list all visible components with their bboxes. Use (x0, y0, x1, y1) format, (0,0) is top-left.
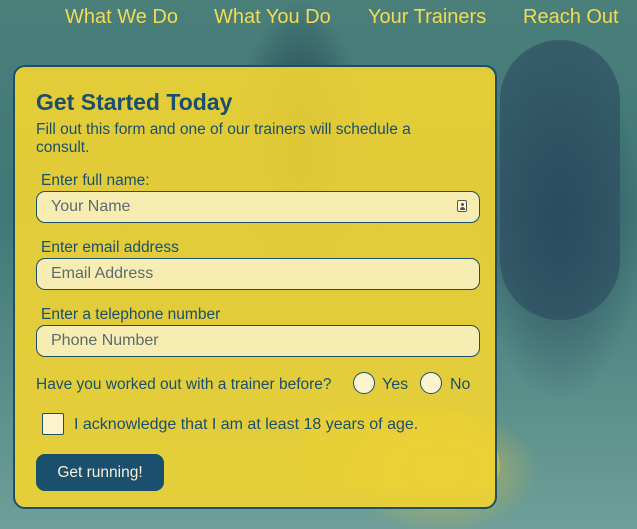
trainer-question: Have you worked out with a trainer befor… (36, 376, 332, 393)
form-title: Get Started Today (36, 89, 233, 115)
radio-yes-label[interactable]: Yes (382, 376, 408, 394)
top-nav: What We Do What You Do Your Trainers Rea… (0, 6, 637, 32)
age-ack-checkbox[interactable] (42, 413, 64, 435)
age-ack-label[interactable]: I acknowledge that I am at least 18 year… (74, 416, 418, 434)
nav-what-you-do[interactable]: What You Do (214, 6, 331, 29)
phone-label: Enter a telephone number (41, 306, 221, 323)
contact-card-icon[interactable] (457, 200, 467, 212)
phone-input[interactable] (36, 325, 480, 357)
nav-reach-out[interactable]: Reach Out (523, 6, 619, 29)
email-label: Enter email address (41, 239, 179, 256)
radio-yes[interactable] (353, 372, 375, 394)
email-input[interactable] (36, 258, 480, 290)
signup-form-card: Get Started Today Fill out this form and… (13, 65, 497, 509)
form-intro: Fill out this form and one of our traine… (36, 121, 411, 156)
radio-no-label[interactable]: No (450, 376, 470, 394)
name-input[interactable] (36, 191, 480, 223)
nav-what-we-do[interactable]: What We Do (65, 6, 178, 29)
get-running-button[interactable]: Get running! (36, 454, 164, 491)
radio-no[interactable] (420, 372, 442, 394)
runner-leg (500, 40, 620, 320)
nav-your-trainers[interactable]: Your Trainers (368, 6, 486, 29)
name-label: Enter full name: (41, 172, 150, 189)
